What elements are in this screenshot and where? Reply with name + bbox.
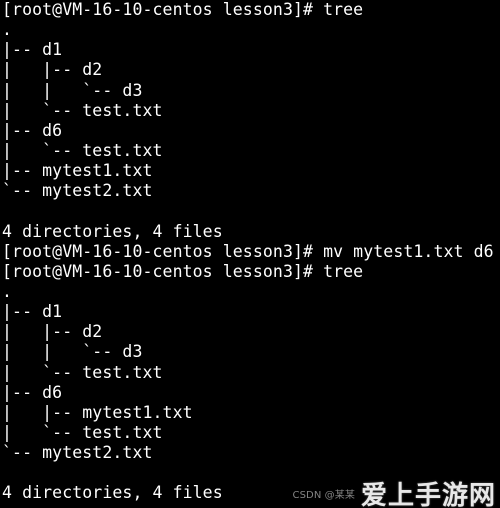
terminal-line: | |-- d2	[2, 322, 103, 342]
terminal-line: .	[2, 20, 13, 40]
terminal-line-summary: 4 directories, 4 files	[2, 221, 223, 241]
terminal-line: |-- d1	[2, 40, 63, 60]
terminal-line-prompt-tree-2: [root@VM-16-10-centos lesson3]# tree	[2, 261, 364, 281]
terminal-line: `-- mytest2.txt	[2, 181, 153, 201]
terminal-line: | | `-- d3	[2, 80, 143, 100]
terminal-line: | |-- d2	[2, 60, 103, 80]
terminal-line: | `-- test.txt	[2, 362, 163, 382]
terminal-line-prompt-mv: [root@VM-16-10-centos lesson3]# mv mytes…	[2, 241, 494, 261]
terminal-line: `-- mytest2.txt	[2, 443, 153, 463]
terminal-line: |-- d6	[2, 382, 63, 402]
watermark-logo: 爱上手游网	[360, 480, 496, 508]
terminal-line: | `-- test.txt	[2, 422, 163, 442]
terminal-line-prompt-tree-1: [root@VM-16-10-centos lesson3]# tree	[2, 0, 364, 19]
terminal-line: |-- d6	[2, 120, 63, 140]
terminal-line: | `-- test.txt	[2, 140, 163, 160]
terminal-line: | `-- test.txt	[2, 100, 163, 120]
watermark-small-text: CSDN @某某	[292, 489, 355, 501]
terminal-line: |-- d1	[2, 302, 63, 322]
terminal-line: | | `-- d3	[2, 342, 143, 362]
terminal-line: .	[2, 281, 13, 301]
watermark: CSDN @某某 爱上手游网	[292, 480, 496, 508]
terminal-window[interactable]: [root@VM-16-10-centos lesson3]# tree . |…	[0, 0, 500, 508]
terminal-line: |-- mytest1.txt	[2, 161, 153, 181]
terminal-line: | |-- mytest1.txt	[2, 402, 193, 422]
